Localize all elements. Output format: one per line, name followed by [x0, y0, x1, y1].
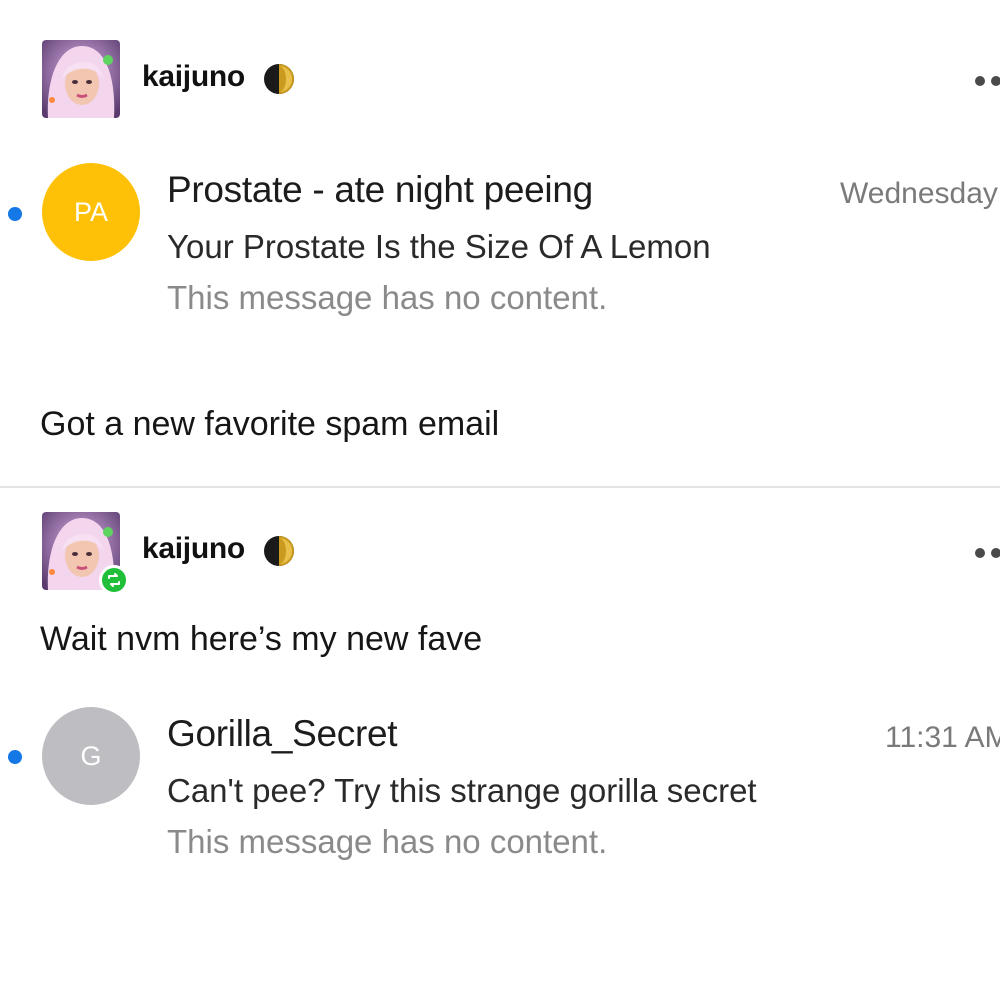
more-options-icon[interactable] [974, 74, 1000, 88]
post-header: kaijuno [42, 40, 1000, 120]
sender-avatar: PA [42, 163, 140, 261]
email-sender: Prostate - ate night peeing [167, 169, 593, 210]
email-preview-text: This message has no content. [167, 279, 608, 316]
email-time: 11:31 AM [885, 721, 1000, 754]
post: kaijuno PA Prostate - ate night peeing W… [0, 0, 1000, 486]
reblog-icon [99, 565, 129, 595]
profile-avatar[interactable] [42, 40, 120, 118]
email-subject: Can't pee? Try this strange gorilla secr… [167, 772, 757, 809]
sender-initials: PA [73, 196, 108, 227]
email-subject: Your Prostate Is the Size Of A Lemon [167, 228, 711, 265]
sender-avatar: G [42, 707, 140, 805]
sender-initials: G [80, 740, 102, 771]
moon-phase-icon [264, 64, 294, 94]
unread-indicator [8, 207, 22, 221]
email-preview[interactable]: G Gorilla_Secret 11:31 AM Can't pee? Try… [0, 707, 1000, 867]
email-time: Wednesday [840, 177, 998, 210]
post: kaijuno Wait nvm here’s my new fave G Go… [0, 488, 1000, 998]
email-preview-text: This message has no content. [167, 823, 608, 860]
post-caption: Wait nvm here’s my new fave [40, 620, 483, 658]
email-preview[interactable]: PA Prostate - ate night peeing Wednesday… [0, 163, 1000, 323]
unread-indicator [8, 750, 22, 764]
moon-phase-icon [264, 536, 294, 566]
more-options-icon[interactable] [974, 546, 1000, 560]
username[interactable]: kaijuno [142, 532, 245, 566]
post-header: kaijuno [42, 512, 1000, 595]
post-caption: Got a new favorite spam email [40, 405, 500, 443]
username[interactable]: kaijuno [142, 60, 245, 94]
email-sender: Gorilla_Secret [167, 713, 398, 754]
